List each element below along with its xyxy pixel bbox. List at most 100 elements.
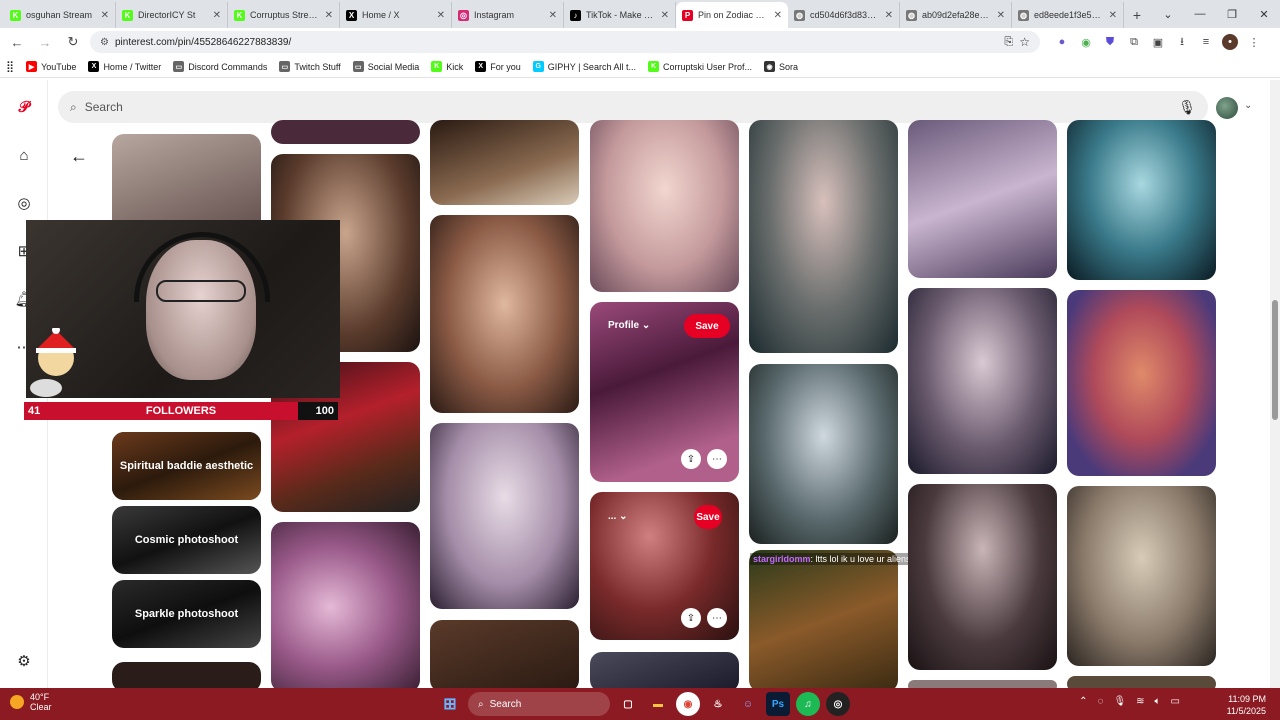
tray-app-icon[interactable]: ◌	[1098, 696, 1104, 707]
pin-image[interactable]	[749, 364, 898, 544]
weather-widget[interactable]: 40°F Clear	[10, 692, 52, 712]
board-card[interactable]: Sparkle photoshoot	[112, 580, 261, 648]
search-input[interactable]: Search	[85, 100, 1170, 114]
pin-image[interactable]	[1067, 486, 1216, 666]
tab-close-icon[interactable]: ✕	[1109, 10, 1117, 21]
back-button[interactable]: ←	[6, 31, 28, 53]
profile-icon[interactable]: •	[1222, 34, 1238, 50]
pin-image[interactable]	[908, 484, 1057, 670]
pin-image[interactable]	[908, 680, 1057, 688]
browser-tab[interactable]: K Corruptus Stream ✕	[228, 2, 340, 28]
pin-image[interactable]	[430, 120, 579, 205]
shield-extension-icon[interactable]: ⛊	[1102, 34, 1118, 50]
tab-close-icon[interactable]: ✕	[101, 10, 109, 21]
browser-tab[interactable]: ◍ cd504d6f3d83c06 ✕	[788, 2, 900, 28]
tab-close-icon[interactable]: ✕	[885, 10, 893, 21]
address-bar[interactable]: ⚙ pinterest.com/pin/455286462278838​39/ …	[90, 31, 1040, 53]
board-dropdown[interactable]: ... ⌄	[608, 511, 628, 522]
taskbar-search[interactable]: ⌕ Search	[468, 692, 610, 716]
tray-chevron-icon[interactable]: ⌃	[1079, 696, 1087, 707]
browser-tab[interactable]: ◎ Instagram ✕	[452, 2, 564, 28]
sidebar-icon[interactable]: ▣	[1150, 34, 1166, 50]
apps-icon[interactable]: ⣿	[6, 60, 14, 73]
save-button[interactable]: Save	[684, 314, 730, 338]
share-icon[interactable]: ⇪	[681, 608, 701, 628]
explore-icon[interactable]: ◎	[14, 193, 34, 213]
search-bar[interactable]: ⌕ Search 🎙︎	[58, 91, 1208, 123]
steam-icon[interactable]: ♨	[706, 692, 730, 716]
tab-search-icon[interactable]: ⌄	[1152, 0, 1184, 28]
page-scrollbar[interactable]	[1270, 80, 1280, 688]
tab-close-icon[interactable]: ✕	[661, 10, 669, 21]
bookmark-item[interactable]: X For you	[475, 61, 521, 72]
pin-image[interactable]	[112, 662, 261, 688]
pin-image[interactable]	[1067, 676, 1216, 688]
pin-image[interactable]	[908, 120, 1057, 278]
profile-dropdown[interactable]: Profile ⌄	[608, 320, 650, 331]
puzzle-icon[interactable]: ⧉	[1126, 34, 1142, 50]
volume-icon[interactable]: 🔈︎	[1155, 696, 1161, 707]
bookmark-item[interactable]: ▶ YouTube	[26, 61, 76, 72]
file-explorer-icon[interactable]: ▬	[646, 692, 670, 716]
pin-image[interactable]	[430, 215, 579, 413]
bookmark-star-icon[interactable]: ☆	[1019, 35, 1030, 49]
pin-image[interactable]	[1067, 120, 1216, 280]
board-card[interactable]: Spiritual baddie aesthetic	[112, 432, 261, 500]
microphone-icon[interactable]: 🎙︎	[1178, 99, 1196, 116]
photoshop-icon[interactable]: Ps	[766, 692, 790, 716]
pin-image[interactable]	[590, 120, 739, 292]
settings-icon[interactable]: ⚙	[14, 651, 34, 671]
bookmark-item[interactable]: K Corruptski User Prof...	[647, 61, 752, 72]
discord-icon[interactable]: ☺	[736, 692, 760, 716]
pin-image[interactable]	[1067, 290, 1216, 476]
chevron-down-icon[interactable]: ⌄	[1244, 100, 1252, 111]
install-app-icon[interactable]: ⎘	[1004, 36, 1013, 49]
bookmark-item[interactable]: ▭ Social Media	[352, 61, 419, 72]
bookmark-item[interactable]: ◉ Sora	[764, 61, 798, 72]
media-icon[interactable]: ≡	[1198, 34, 1214, 50]
clock[interactable]: 11:09 PM 11/5/2025	[1227, 693, 1266, 717]
tab-close-icon[interactable]: ✕	[549, 10, 557, 21]
bookmark-item[interactable]: G GIPHY | Search All t...	[532, 61, 636, 72]
microphone-icon[interactable]: 🎙︎	[1113, 696, 1126, 707]
browser-tab[interactable]: ♪ TikTok - Make You ✕	[564, 2, 676, 28]
tab-close-icon[interactable]: ✕	[774, 10, 782, 21]
share-icon[interactable]: ⇪	[681, 449, 701, 469]
back-arrow-icon[interactable]: ←	[70, 146, 88, 167]
board-card[interactable]: Cosmic photoshoot	[112, 506, 261, 574]
avatar[interactable]	[1216, 97, 1238, 119]
more-options-icon[interactable]: ⋯	[707, 608, 727, 628]
pin-image[interactable]	[590, 652, 739, 688]
battery-icon[interactable]: ▭	[1171, 696, 1180, 707]
home-icon[interactable]: ⌂	[14, 145, 34, 165]
menu-icon[interactable]: ⋮	[1246, 34, 1262, 50]
pin-image[interactable]	[749, 550, 898, 688]
forward-button[interactable]: →	[34, 31, 56, 53]
obs-icon[interactable]: ◎	[826, 692, 850, 716]
bookmark-item[interactable]: X Home / Twitter	[88, 61, 161, 72]
site-info-icon[interactable]: ⚙	[100, 37, 109, 48]
more-options-icon[interactable]: ⋯	[707, 449, 727, 469]
save-button[interactable]: Save	[694, 505, 722, 529]
browser-tab[interactable]: ◍ ed8eede1f3e55a6 ✕	[1012, 2, 1124, 28]
maximize-button[interactable]: ❐	[1216, 0, 1248, 28]
minimize-button[interactable]: —	[1184, 0, 1216, 28]
browser-tab[interactable]: P Pin on Zodiac girls ✕	[676, 2, 788, 28]
browser-tab[interactable]: K DirectorICY St ✕	[116, 2, 228, 28]
chrome-icon[interactable]: ◉	[676, 692, 700, 716]
close-window-button[interactable]: ✕	[1248, 0, 1280, 28]
pin-image[interactable]	[430, 620, 579, 688]
extension-icon[interactable]: ●	[1054, 34, 1070, 50]
pin-image[interactable]	[430, 423, 579, 609]
browser-tab[interactable]: Kosguhan Stream ✕	[4, 2, 116, 28]
pin-image[interactable]	[271, 522, 420, 688]
tab-close-icon[interactable]: ✕	[325, 10, 333, 21]
chrome-extension-icon[interactable]: ◉	[1078, 34, 1094, 50]
browser-tab[interactable]: X Home / X ✕	[340, 2, 452, 28]
task-view-icon[interactable]: ▢	[616, 692, 640, 716]
reload-button[interactable]: ↻	[62, 31, 84, 53]
new-tab-button[interactable]: +	[1124, 2, 1150, 28]
spotify-icon[interactable]: ♫	[796, 692, 820, 716]
wifi-icon[interactable]: ≋	[1136, 696, 1144, 707]
bookmark-item[interactable]: K Kick	[431, 61, 463, 72]
